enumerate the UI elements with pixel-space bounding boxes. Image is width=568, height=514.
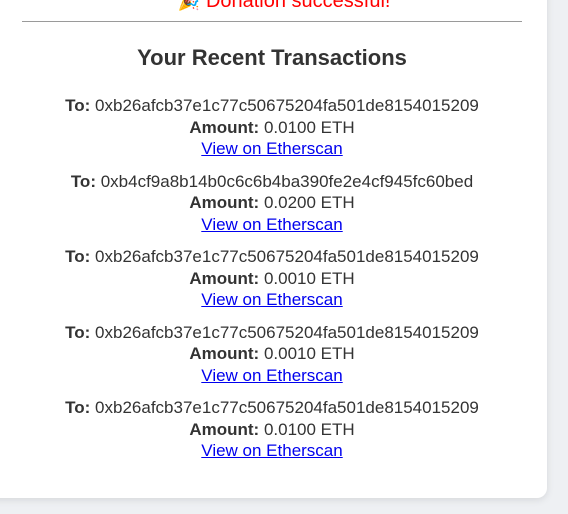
donation-status: 🎉 Donation successful!: [0, 0, 568, 13]
to-label: To:: [65, 96, 91, 115]
to-label: To:: [65, 247, 91, 266]
etherscan-link[interactable]: View on Etherscan: [201, 215, 342, 234]
etherscan-link[interactable]: View on Etherscan: [201, 366, 342, 385]
amount-label: Amount:: [189, 268, 260, 288]
amount-value: 0.0200 ETH: [263, 193, 355, 212]
transactions-heading: Your Recent Transactions: [137, 45, 407, 70]
status-message: Donation successful!: [205, 0, 391, 12]
transaction-item: To: 0xb26afcb37e1c77c50675204fa501de8154…: [22, 322, 522, 398]
transaction-list: To: 0xb26afcb37e1c77c50675204fa501de8154…: [22, 95, 522, 473]
amount-label: Amount:: [189, 344, 260, 363]
amount-value: 0.0010 ETH: [263, 268, 355, 288]
to-label: To:: [65, 322, 91, 342]
recipient-line: To: 0xb26afcb37e1c77c50675204fa501de8154…: [22, 95, 522, 117]
recipient-address: 0xb26afcb37e1c77c50675204fa501de81540152…: [95, 398, 479, 417]
recipient-address: 0xb26afcb37e1c77c50675204fa501de81540152…: [95, 322, 479, 342]
recipient-address: 0xb26afcb37e1c77c50675204fa501de81540152…: [95, 96, 479, 115]
divider: [22, 21, 522, 22]
amount-value: 0.0100 ETH: [263, 419, 355, 439]
recipient-line: To: 0xb26afcb37e1c77c50675204fa501de8154…: [22, 322, 522, 344]
recipient-line: To: 0xb26afcb37e1c77c50675204fa501de8154…: [22, 397, 522, 419]
amount-line: Amount: 0.0010 ETH: [22, 343, 522, 365]
amount-line: Amount: 0.0010 ETH: [22, 268, 522, 290]
amount-line: Amount: 0.0200 ETH: [22, 192, 522, 214]
party-popper-icon: 🎉: [177, 0, 200, 11]
recipient-line: To: 0xb26afcb37e1c77c50675204fa501de8154…: [22, 246, 522, 268]
recipient-address: 0xb4cf9a8b14b0c6c6b4ba390fe2e4cf945fc60b…: [100, 171, 474, 191]
transaction-item: To: 0xb4cf9a8b14b0c6c6b4ba390fe2e4cf945f…: [22, 171, 522, 247]
etherscan-link[interactable]: View on Etherscan: [201, 139, 342, 158]
etherscan-link[interactable]: View on Etherscan: [201, 441, 342, 460]
transaction-item: To: 0xb26afcb37e1c77c50675204fa501de8154…: [22, 397, 522, 473]
amount-value: 0.0010 ETH: [263, 344, 355, 363]
transaction-item: To: 0xb26afcb37e1c77c50675204fa501de8154…: [22, 246, 522, 322]
etherscan-link[interactable]: View on Etherscan: [201, 290, 342, 309]
amount-label: Amount:: [189, 419, 260, 439]
amount-line: Amount: 0.0100 ETH: [22, 419, 522, 441]
to-label: To:: [65, 398, 91, 417]
amount-label: Amount:: [189, 117, 260, 137]
transaction-item: To: 0xb26afcb37e1c77c50675204fa501de8154…: [22, 95, 522, 171]
amount-label: Amount:: [189, 193, 260, 212]
recipient-address: 0xb26afcb37e1c77c50675204fa501de81540152…: [95, 247, 479, 266]
amount-value: 0.0100 ETH: [263, 117, 355, 137]
to-label: To:: [70, 171, 96, 191]
amount-line: Amount: 0.0100 ETH: [22, 117, 522, 139]
recipient-line: To: 0xb4cf9a8b14b0c6c6b4ba390fe2e4cf945f…: [22, 171, 522, 193]
